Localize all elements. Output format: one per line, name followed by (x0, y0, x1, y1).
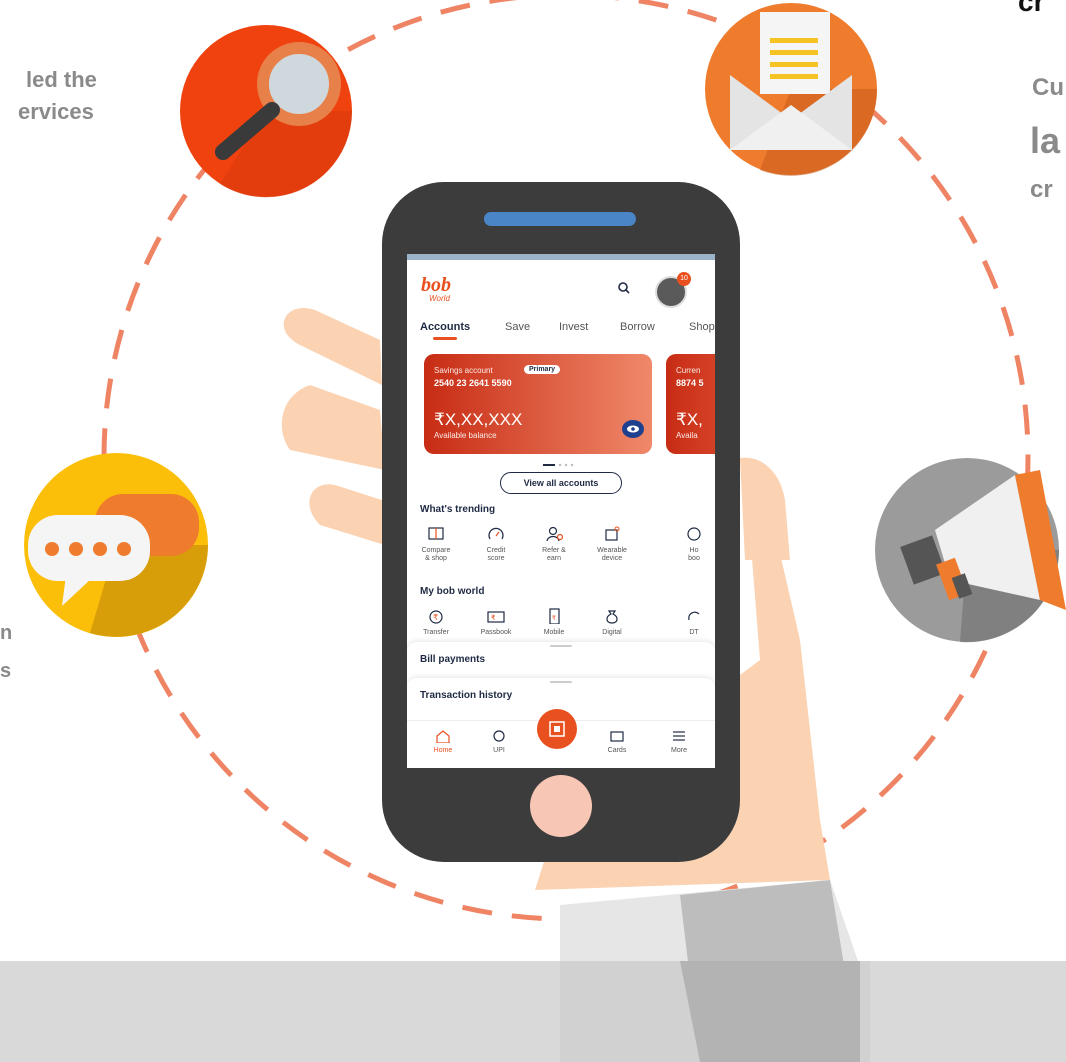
account-type: Curren (676, 366, 701, 375)
trending-item-home[interactable]: Ho boo (669, 526, 715, 563)
user-icon (546, 526, 563, 542)
tab-shop[interactable]: Shop (689, 321, 715, 333)
myworld-item-dth[interactable]: DT (669, 608, 715, 637)
item-label: Wearable (597, 547, 627, 554)
trending-item-compare[interactable]: Compare & shop (411, 526, 461, 563)
tab-invest[interactable]: Invest (559, 321, 588, 333)
search-icon[interactable] (617, 281, 631, 295)
item-label: Ho (689, 547, 699, 554)
envelope-icon (705, 3, 878, 176)
wearable-icon (605, 526, 620, 541)
svg-text:₹: ₹ (552, 615, 556, 622)
savings-account-card[interactable]: Savings account Primary 2540 23 2641 559… (424, 354, 652, 454)
myworld-item-passbook[interactable]: ₹ Passbook (471, 608, 521, 637)
svg-text:₹: ₹ (491, 614, 496, 622)
item-label: Credit (486, 547, 506, 554)
item-label: boo (688, 555, 700, 562)
item-label: Transfer (423, 629, 449, 636)
transaction-history-label: Transaction history (420, 690, 513, 701)
tab-save[interactable]: Save (505, 321, 530, 333)
item-label: score (487, 555, 505, 562)
notification-badge: 10 (677, 272, 691, 286)
qr-icon (549, 721, 565, 737)
transfer-icon: ₹ (429, 610, 443, 624)
item-label: Refer & (542, 547, 566, 554)
phone-screen: bob World 10 Accounts Save Invest Borrow… (407, 254, 715, 768)
tab-borrow[interactable]: Borrow (620, 321, 655, 333)
myworld-item-transfer[interactable]: ₹ Transfer (411, 608, 461, 637)
home-icon (436, 730, 450, 743)
compare-icon (428, 527, 444, 540)
sheet-handle[interactable] (550, 681, 572, 683)
trending-item-wearable[interactable]: Wearable device (587, 526, 637, 563)
chat-icon (24, 453, 208, 637)
bottom-nav: Home UPI Cards More (407, 709, 715, 768)
cards-icon (610, 731, 624, 742)
item-label: & shop (425, 555, 447, 562)
sleeve (560, 880, 870, 1062)
item-label: DT (689, 629, 699, 636)
account-number: 2540 23 2641 5590 (434, 378, 512, 388)
carousel-dots (543, 463, 574, 467)
account-number: 8874 5 (676, 378, 704, 388)
megaphone-icon (875, 458, 1066, 643)
qr-scan-button[interactable] (537, 709, 577, 749)
gauge-icon (488, 527, 504, 540)
nav-more[interactable]: More (659, 729, 699, 754)
tab-accounts[interactable]: Accounts (420, 321, 470, 333)
item-label: device (601, 555, 623, 562)
item-label: Compare (421, 547, 451, 554)
account-type: Savings account (434, 366, 493, 375)
trending-item-refer[interactable]: Refer & earn (529, 526, 579, 563)
item-label: earn (546, 555, 561, 562)
balance-label: Available balance (434, 431, 497, 440)
view-all-accounts-button[interactable]: View all accounts (500, 472, 622, 494)
nav-label: More (671, 747, 687, 754)
passbook-icon: ₹ (487, 611, 505, 623)
current-account-card[interactable]: Curren 8874 5 ₹X, Availa (666, 354, 715, 454)
home-booking-icon (687, 527, 701, 541)
primary-badge: Primary (524, 365, 561, 374)
account-balance: ₹X,XX,XXX (434, 410, 523, 429)
nav-label: Home (433, 747, 453, 754)
nav-label: UPI (493, 747, 505, 754)
svg-text:₹: ₹ (433, 613, 438, 622)
status-bar (407, 254, 715, 260)
dth-icon (688, 611, 700, 621)
item-label: Passbook (480, 629, 512, 636)
nav-home[interactable]: Home (423, 729, 463, 754)
moneybag-icon (606, 610, 618, 624)
item-label: Mobile (543, 629, 565, 636)
nav-cards[interactable]: Cards (597, 729, 637, 754)
menu-icon (673, 731, 685, 741)
bob-logo-world: World (429, 294, 450, 303)
nav-upi[interactable]: UPI (479, 729, 519, 754)
nav-label: Cards (607, 747, 627, 754)
myworld-item-digital[interactable]: Digital (587, 608, 637, 637)
bill-payments-label: Bill payments (420, 654, 486, 665)
search-icon (180, 25, 353, 198)
myworld-item-mobile[interactable]: ₹ Mobile (529, 608, 579, 637)
trending-item-credit[interactable]: Credit score (471, 526, 521, 563)
account-balance: ₹X, (676, 410, 703, 429)
upi-icon (493, 730, 505, 742)
active-tab-indicator (433, 337, 457, 340)
whats-trending-title: What's trending (420, 504, 496, 515)
item-label: Digital (602, 629, 622, 636)
my-bob-world-title: My bob world (420, 586, 485, 597)
eye-icon[interactable] (622, 420, 644, 438)
sheet-handle[interactable] (550, 645, 572, 647)
balance-label: Availa (676, 431, 698, 440)
mobile-icon: ₹ (549, 608, 560, 624)
